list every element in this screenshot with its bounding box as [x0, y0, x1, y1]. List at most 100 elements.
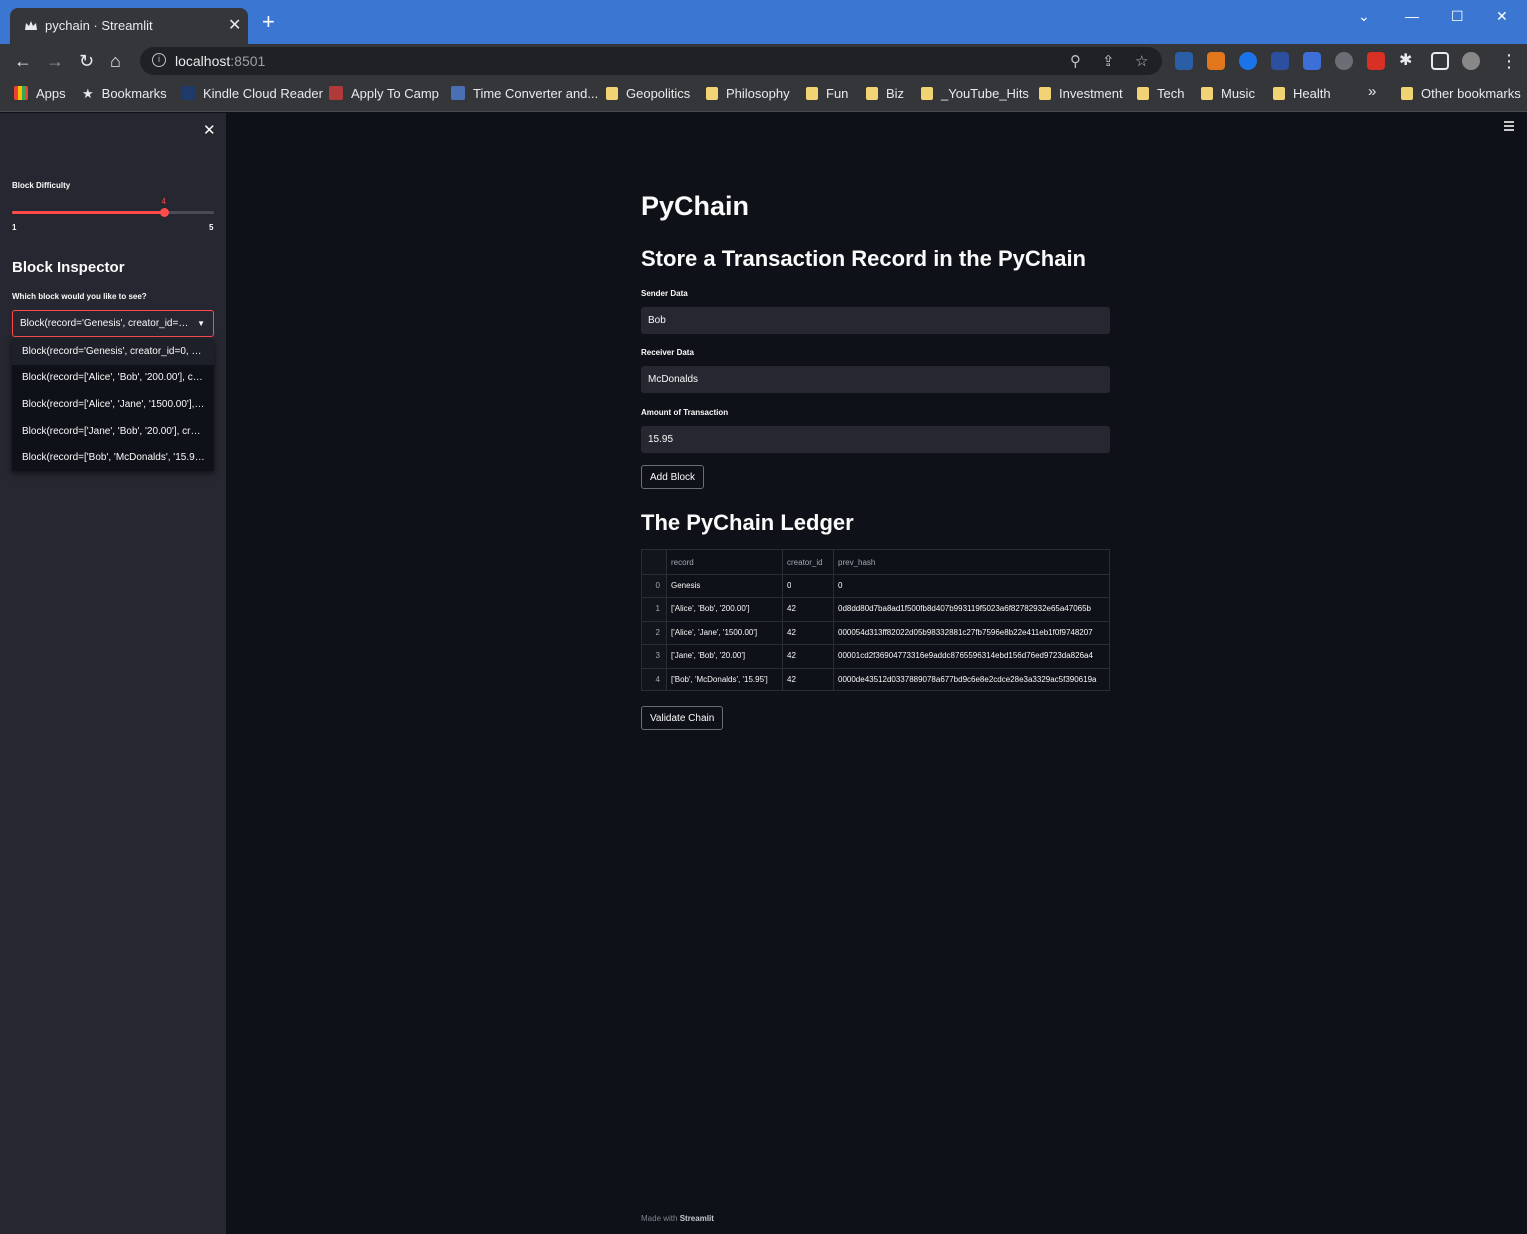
bookmark-folder-fun[interactable]: Fun — [806, 86, 848, 101]
bookmark-folder-youtube-hits[interactable]: _YouTube_Hits — [921, 86, 1029, 101]
bookmark-apply-to-camp[interactable]: Apply To Camp — [329, 86, 439, 101]
difficulty-slider[interactable]: 4 — [12, 197, 214, 217]
bookmark-folder-tech[interactable]: Tech — [1137, 86, 1184, 101]
column-header-record[interactable]: record — [671, 558, 694, 567]
row-index: 3 — [655, 651, 660, 660]
bookmark-time-converter[interactable]: Time Converter and... — [451, 86, 598, 101]
receiver-label: Receiver Data — [641, 348, 694, 357]
bookmark-other-bookmarks[interactable]: Other bookmarks — [1401, 86, 1521, 101]
address-bar[interactable]: i localhost:8501 ⚲ ⇪ ☆ — [140, 47, 1162, 75]
close-window-icon[interactable]: ✕ — [1496, 8, 1508, 25]
slider-thumb[interactable] — [159, 208, 169, 217]
extension-icon[interactable] — [1335, 52, 1353, 70]
block-option[interactable]: Block(record=['Jane', 'Bob', '20.00'], c… — [12, 419, 214, 445]
browser-tab[interactable]: pychain · Streamlit ✕ — [10, 8, 248, 44]
browser-menu-icon[interactable]: ⋮ — [1500, 51, 1518, 71]
bookmark-kindle[interactable]: Kindle Cloud Reader — [181, 86, 323, 101]
maximize-icon[interactable]: ☐ — [1451, 8, 1464, 25]
lastpass-icon[interactable] — [1367, 52, 1385, 70]
row-divider — [642, 668, 1109, 669]
minimize-icon[interactable]: — — [1405, 8, 1419, 24]
cell-creator-id: 42 — [787, 651, 796, 660]
sender-input[interactable]: Bob — [641, 307, 1110, 334]
bookmarks-overflow-icon[interactable]: » — [1368, 83, 1376, 100]
zoom-icon[interactable]: ⚲ — [1070, 52, 1081, 70]
slider-min-label: 1 — [12, 223, 17, 232]
streamlit-link[interactable]: Streamlit — [680, 1214, 714, 1223]
profile-avatar[interactable] — [1462, 52, 1480, 70]
block-select-label: Which block would you like to see? — [12, 292, 147, 301]
site-info-icon[interactable]: i — [152, 53, 166, 67]
folder-icon — [1201, 87, 1213, 100]
slider-fill — [12, 211, 164, 214]
bookmark-folder-music[interactable]: Music — [1201, 86, 1255, 101]
app-menu-icon[interactable] — [1504, 121, 1514, 133]
share-icon[interactable]: ⇪ — [1102, 52, 1115, 70]
tab-search-chevron-icon[interactable]: ⌄ — [1358, 8, 1370, 25]
row-index: 1 — [655, 604, 660, 613]
apps-grid-icon — [14, 86, 28, 100]
sender-label: Sender Data — [641, 289, 688, 298]
folder-icon — [606, 87, 618, 100]
url-port: :8501 — [230, 53, 266, 69]
bookmarks-bar: Apps ★ Bookmarks Kindle Cloud Reader Appl… — [0, 78, 1527, 112]
bookmark-folder-geopolitics[interactable]: Geopolitics — [606, 86, 690, 101]
bookmark-star-icon[interactable]: ☆ — [1135, 52, 1148, 70]
block-select[interactable]: Block(record='Genesis', creator_id=0, pr… — [12, 310, 214, 337]
extension-icon[interactable] — [1303, 52, 1321, 70]
browser-title-bar: pychain · Streamlit ✕ + ⌄ — ☐ ✕ — [0, 0, 1527, 44]
bookmark-folder-health[interactable]: Health — [1273, 86, 1331, 101]
ledger-table[interactable]: record creator_id prev_hash 0 Genesis 0 … — [641, 549, 1110, 691]
block-select-value: Block(record='Genesis', creator_id=0, pr… — [20, 318, 192, 329]
cell-record: ['Bob', 'McDonalds', '15.95'] — [671, 675, 768, 684]
cell-creator-id: 42 — [787, 628, 796, 637]
tab-close-icon[interactable]: ✕ — [228, 15, 241, 35]
folder-icon — [866, 87, 878, 100]
extensions-puzzle-icon[interactable]: ✱ — [1399, 51, 1412, 71]
star-icon: ★ — [82, 86, 94, 101]
row-index: 0 — [655, 581, 660, 590]
add-block-button[interactable]: Add Block — [641, 465, 704, 489]
row-divider — [642, 574, 1109, 575]
amount-input[interactable]: 15.95 — [641, 426, 1110, 453]
chevron-down-icon: ▼ — [197, 319, 205, 328]
block-option[interactable]: Block(record='Genesis', creator_id=0, pr… — [12, 339, 214, 365]
cell-record: Genesis — [671, 581, 701, 590]
cell-prev-hash: 0d8dd80d7ba8ad1f500fb8d407b993119f5023a6… — [838, 604, 1092, 613]
forward-icon[interactable]: → — [46, 51, 64, 71]
slider-max-label: 5 — [209, 223, 214, 232]
side-panel-icon[interactable] — [1431, 52, 1449, 70]
new-tab-button[interactable]: + — [262, 11, 275, 33]
row-index: 2 — [655, 628, 660, 637]
amount-label: Amount of Transaction — [641, 408, 729, 417]
block-option[interactable]: Block(record=['Alice', 'Jane', '1500.00'… — [12, 392, 214, 418]
validate-chain-button[interactable]: Validate Chain — [641, 706, 723, 730]
sidebar-close-icon[interactable]: ✕ — [203, 121, 216, 139]
bookmark-folder-investment[interactable]: Investment — [1039, 86, 1123, 101]
streamlit-crown-icon — [25, 21, 37, 30]
folder-icon — [806, 87, 818, 100]
bookmark-folder-biz[interactable]: Biz — [866, 86, 904, 101]
bookmark-bookmarks[interactable]: ★ Bookmarks — [82, 86, 167, 102]
back-icon[interactable]: ← — [14, 51, 32, 71]
folder-icon — [706, 87, 718, 100]
receiver-input[interactable]: McDonalds — [641, 366, 1110, 393]
folder-icon — [1137, 87, 1149, 100]
block-option[interactable]: Block(record=['Alice', 'Bob', '200.00'],… — [12, 365, 214, 391]
cell-record: ['Alice', 'Bob', '200.00'] — [671, 604, 750, 613]
extension-icon[interactable] — [1175, 52, 1193, 70]
reload-icon[interactable]: ↻ — [79, 51, 94, 71]
column-header-creator-id[interactable]: creator_id — [787, 558, 823, 567]
home-icon[interactable]: ⌂ — [110, 51, 121, 71]
extension-icon[interactable] — [1239, 52, 1257, 70]
kindle-icon — [181, 86, 195, 100]
metamask-icon[interactable] — [1207, 52, 1225, 70]
block-select-menu: Block(record='Genesis', creator_id=0, pr… — [12, 339, 214, 471]
bookmark-apps[interactable]: Apps — [14, 86, 66, 101]
extension-n-icon[interactable] — [1271, 52, 1289, 70]
block-option[interactable]: Block(record=['Bob', 'McDonalds', '15.95… — [12, 445, 214, 471]
column-header-prev-hash[interactable]: prev_hash — [838, 558, 875, 567]
slider-value: 4 — [161, 197, 166, 206]
bookmark-folder-philosophy[interactable]: Philosophy — [706, 86, 790, 101]
folder-icon — [1401, 87, 1413, 100]
